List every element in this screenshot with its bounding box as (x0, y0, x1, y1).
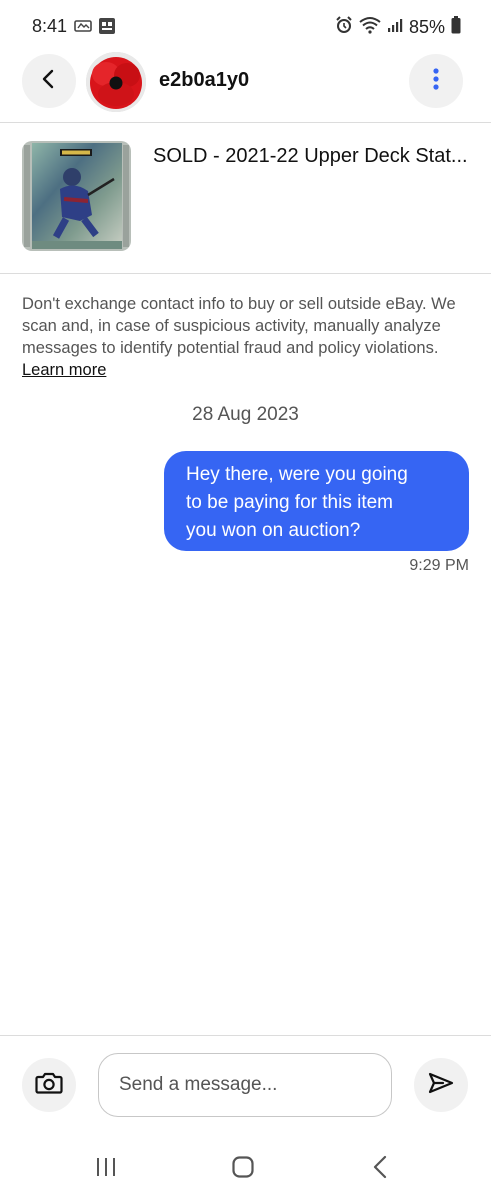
status-bar: 8:41 85% (0, 0, 491, 50)
home-icon (231, 1155, 255, 1184)
message-timestamp: 9:29 PM (409, 557, 469, 574)
more-options-button[interactable] (409, 54, 463, 108)
recent-apps-button[interactable] (86, 1154, 126, 1184)
nav-back-icon (370, 1155, 390, 1184)
safety-notice-text: Don't exchange contact info to buy or se… (22, 295, 456, 357)
item-thumbnail[interactable] (22, 141, 131, 251)
header-divider (0, 122, 491, 123)
notification-badge-icon (98, 17, 116, 40)
learn-more-link[interactable]: Learn more (22, 361, 106, 379)
avatar[interactable] (86, 52, 146, 112)
battery-icon (451, 16, 461, 39)
safety-notice: Don't exchange contact info to buy or se… (22, 293, 472, 381)
home-button[interactable] (223, 1154, 263, 1184)
video-notification-icon (74, 19, 92, 38)
composer-divider (0, 1035, 491, 1036)
poppy-avatar-image (86, 52, 146, 112)
hockey-card-image (22, 141, 131, 251)
camera-icon (35, 1071, 63, 1100)
more-vertical-icon (432, 67, 440, 96)
status-time: 8:41 (32, 16, 68, 36)
date-separator: 28 Aug 2023 (192, 404, 299, 425)
signal-icon (387, 17, 403, 38)
send-button[interactable] (414, 1058, 468, 1112)
send-icon (428, 1071, 454, 1100)
system-back-button[interactable] (360, 1154, 400, 1184)
item-divider (0, 273, 491, 274)
sent-message-bubble[interactable]: Hey there, were you going to be paying f… (164, 451, 469, 551)
message-input[interactable] (98, 1053, 392, 1117)
navigation-bar (0, 1140, 491, 1200)
status-right-icons: 85% (335, 16, 461, 39)
alarm-icon (335, 16, 353, 39)
battery-percent: 85% (408, 17, 445, 37)
item-title[interactable]: SOLD - 2021-22 Upper Deck Stat... (153, 145, 473, 168)
back-arrow-icon (38, 68, 60, 95)
conversation-header: e2b0a1y0 (0, 50, 491, 122)
back-button[interactable] (22, 54, 76, 108)
recent-apps-icon (94, 1156, 118, 1183)
status-left-icons (74, 17, 116, 40)
wifi-icon (359, 16, 381, 39)
camera-button[interactable] (22, 1058, 76, 1112)
username[interactable]: e2b0a1y0 (159, 69, 249, 92)
